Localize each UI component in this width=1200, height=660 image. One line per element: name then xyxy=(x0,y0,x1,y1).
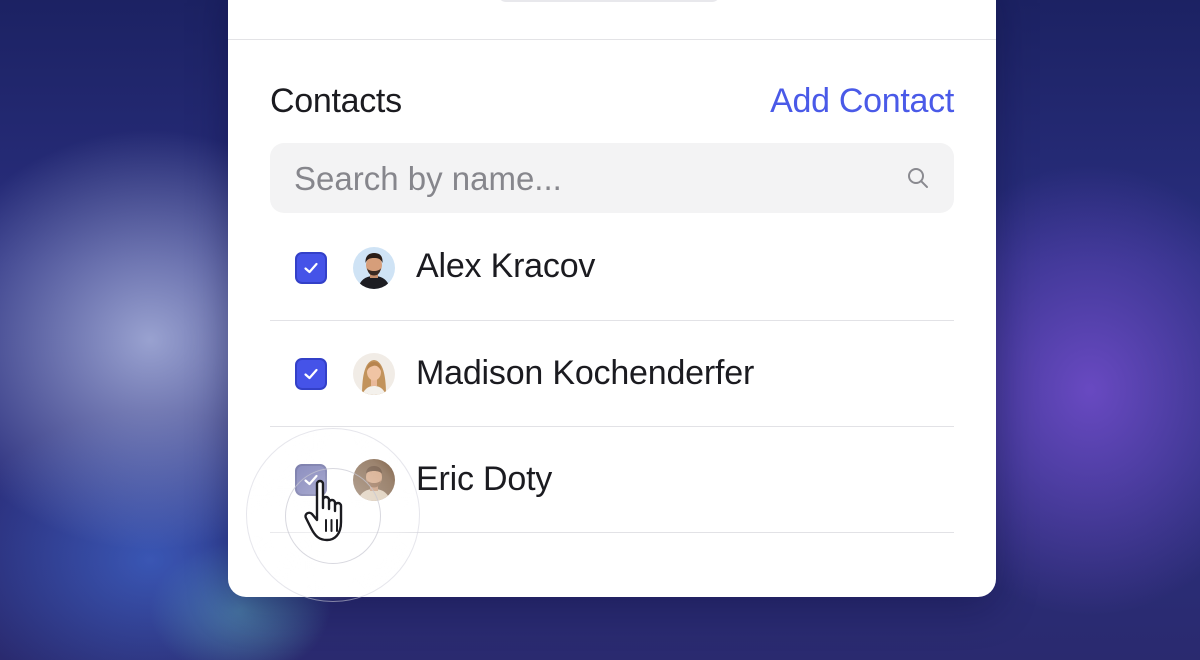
contact-name: Eric Doty xyxy=(416,460,553,498)
search-field[interactable] xyxy=(270,143,954,215)
contact-name: Madison Kochenderfer xyxy=(416,354,755,392)
check-icon xyxy=(304,262,318,274)
search-input[interactable] xyxy=(292,143,876,215)
list-item[interactable]: Alex Kracov xyxy=(270,215,954,321)
hand-cursor-icon xyxy=(304,479,343,542)
list-item[interactable]: Madison Kochenderfer xyxy=(270,321,954,427)
avatar xyxy=(353,247,395,289)
search-icon[interactable] xyxy=(906,166,930,190)
add-contact-button[interactable]: Add Contact xyxy=(770,82,954,121)
contact-name: Alex Kracov xyxy=(416,247,596,285)
tab-indicator xyxy=(498,0,720,2)
contact-checkbox[interactable] xyxy=(295,358,327,390)
avatar xyxy=(353,353,395,395)
check-icon xyxy=(304,368,318,380)
list-item[interactable]: Eric Doty xyxy=(270,427,954,533)
divider xyxy=(228,39,996,40)
section-title: Contacts xyxy=(270,82,402,120)
contact-checkbox[interactable] xyxy=(295,252,327,284)
contact-list: Alex Kracov Madison Kochenderfer Eric Do… xyxy=(270,215,954,533)
